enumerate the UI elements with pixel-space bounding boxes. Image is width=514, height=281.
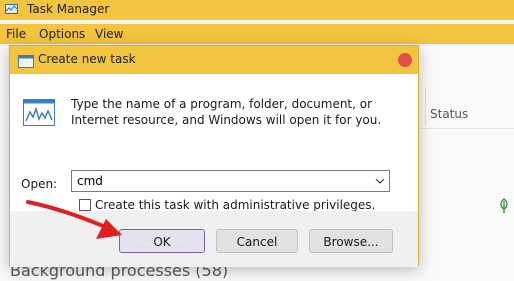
taskmanager-app-icon: [5, 4, 18, 14]
dialog-body: Type the name of a program, folder, docu…: [10, 74, 418, 212]
header-underline: [420, 128, 514, 129]
admin-privileges-label[interactable]: Create this task with administrative pri…: [95, 198, 375, 212]
run-title-icon: [18, 53, 34, 68]
close-icon[interactable]: [398, 53, 412, 67]
column-divider: [425, 88, 426, 126]
ok-button[interactable]: OK: [119, 229, 205, 253]
run-icon: [23, 99, 55, 126]
status-column-header[interactable]: Status: [430, 107, 468, 121]
annotation-arrow: [26, 200, 122, 239]
dialog-titlebar: Create new task: [10, 46, 418, 74]
taskmanager-title: Task Manager: [27, 2, 110, 16]
open-combobox[interactable]: cmd: [71, 170, 390, 192]
browse-button[interactable]: Browse...: [309, 229, 393, 253]
menu-file[interactable]: File: [6, 27, 26, 41]
menu-options[interactable]: Options: [39, 27, 85, 41]
cancel-button[interactable]: Cancel: [216, 229, 298, 253]
dialog-title: Create new task: [38, 52, 136, 66]
taskmanager-titlebar: Task Manager: [0, 0, 514, 20]
dropdown-chevron-icon[interactable]: [375, 176, 385, 186]
open-label: Open:: [21, 177, 58, 191]
menu-view[interactable]: View: [95, 27, 123, 41]
open-input[interactable]: cmd: [77, 174, 103, 188]
dialog-description: Type the name of a program, folder, docu…: [71, 97, 382, 127]
leaf-icon: [498, 198, 510, 214]
taskmanager-menubar: File Options View: [0, 24, 514, 44]
